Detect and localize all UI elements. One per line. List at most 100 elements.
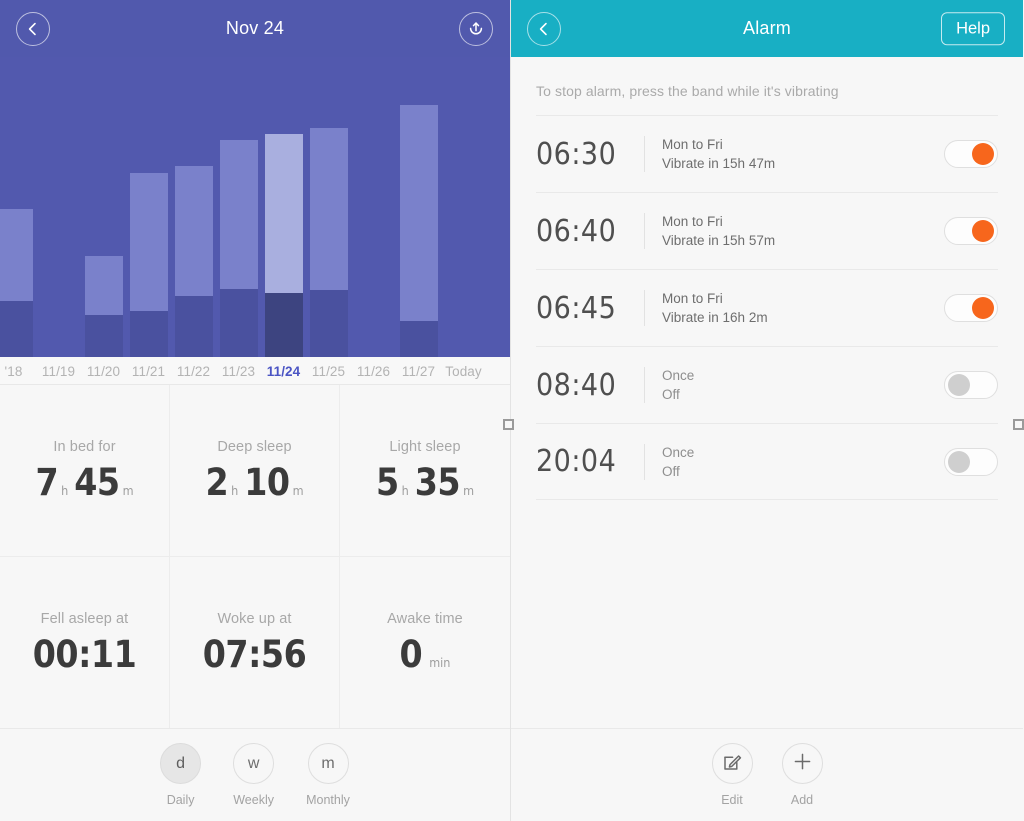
stat-cell: Light sleep 5 h 35 m	[340, 385, 510, 557]
chart-x-tick[interactable]: 11/19	[36, 357, 81, 385]
alarm-divider	[644, 367, 645, 403]
period-tab-monthly[interactable]: m Monthly	[306, 743, 350, 807]
sleep-bar-chart[interactable]	[0, 57, 510, 357]
alarm-row[interactable]: 20:04 Once Off	[536, 423, 998, 500]
alarm-repeat: Mon to Fri	[662, 137, 723, 152]
chart-x-tick[interactable]: 11/27	[396, 357, 441, 385]
alarm-repeat: Once	[662, 368, 695, 383]
chart-x-tick[interactable]: '18	[0, 357, 36, 385]
stat-value: 0 min	[400, 636, 451, 673]
stat-label: Light sleep	[389, 439, 461, 456]
stat-cell: Woke up at 07:56	[170, 556, 340, 728]
chart-x-tick[interactable]: 11/25	[306, 357, 351, 385]
chart-x-tick[interactable]: 11/26	[351, 357, 396, 385]
stat-secondary-number: 35	[414, 461, 461, 505]
alarm-toggle-knob	[948, 450, 970, 473]
alarm-action-edit[interactable]: Edit	[711, 743, 753, 807]
alarm-toggle[interactable]	[944, 140, 998, 168]
alarm-time: 08:40	[536, 367, 617, 403]
alarm-divider	[644, 443, 645, 480]
chart-bar-segment-light	[264, 134, 303, 293]
period-tab-glyph: d	[160, 743, 202, 784]
alarm-action-circle	[711, 743, 753, 784]
resize-handle-left[interactable]	[503, 419, 514, 430]
alarm-action-add[interactable]: Add	[781, 743, 823, 807]
chart-bar-segment-light	[309, 128, 348, 290]
chart-bar[interactable]	[174, 166, 213, 357]
alarm-status: Vibrate in 15h 47m	[662, 156, 776, 171]
period-tab-glyph: w	[233, 743, 275, 784]
resize-handle-right[interactable]	[1013, 419, 1024, 430]
stat-cell: In bed for 7 h 45 m	[0, 385, 170, 557]
period-tab-weekly[interactable]: w Weekly	[233, 743, 275, 807]
alarm-toggle[interactable]	[944, 294, 998, 322]
alarm-row[interactable]: 06:40 Mon to Fri Vibrate in 15h 57m	[536, 192, 998, 269]
app-screen: Nov 24 '18 11/19 11/20 11/21 11/22 11/23 11/24…	[0, 0, 1024, 821]
alarm-back-button[interactable]	[527, 11, 561, 46]
chart-bar[interactable]	[264, 134, 303, 357]
chart-x-tick[interactable]: 11/22	[171, 357, 216, 385]
alarm-toggle[interactable]	[944, 371, 998, 399]
chart-bar-segment-light	[84, 256, 123, 315]
stat-primary-number: 2	[205, 461, 229, 505]
stat-label: In bed for	[53, 439, 116, 456]
chart-bar[interactable]	[399, 105, 438, 357]
stat-unit-minutes: m	[463, 483, 475, 499]
chart-x-tick[interactable]: 11/23	[216, 357, 261, 385]
chart-bar[interactable]	[0, 209, 33, 357]
share-button[interactable]	[459, 11, 493, 46]
chart-bar-segment-deep	[264, 293, 303, 357]
alarm-row[interactable]: 08:40 Once Off	[536, 346, 998, 423]
chart-bar[interactable]	[219, 140, 258, 357]
alarm-meta: Once Off	[662, 368, 944, 402]
alarm-divider	[644, 290, 645, 326]
alarm-time: 06:30	[536, 136, 617, 172]
alarm-row[interactable]: 06:45 Mon to Fri Vibrate in 16h 2m	[536, 269, 998, 346]
alarm-meta: Once Off	[662, 445, 944, 479]
chart-bar-segment-light	[174, 166, 213, 296]
alarm-toggle[interactable]	[944, 217, 998, 245]
stat-value: 07:56	[202, 633, 307, 677]
chart-x-tick[interactable]: 11/21	[126, 357, 171, 385]
stat-primary-number: 0	[399, 633, 423, 677]
alarm-repeat: Mon to Fri	[662, 291, 723, 306]
sleep-header: Nov 24	[0, 0, 510, 57]
stat-unit-minutes: min	[429, 655, 451, 671]
stat-unit-minutes: m	[292, 483, 304, 499]
stat-secondary-number: 45	[74, 461, 120, 505]
alarm-row[interactable]: 06:30 Mon to Fri Vibrate in 15h 47m	[536, 115, 998, 192]
chart-x-tick[interactable]: Today	[441, 357, 486, 385]
chart-bar-segment-light	[129, 173, 168, 311]
chart-x-axis: '18 11/19 11/20 11/21 11/22 11/23 11/24 11/25 11…	[0, 357, 510, 385]
share-upload-icon	[467, 20, 485, 38]
stat-unit-hours: h	[401, 483, 409, 499]
alarm-list: 06:30 Mon to Fri Vibrate in 15h 47m 06:40 Mo…	[511, 115, 1023, 500]
help-button[interactable]: Help	[941, 11, 1005, 46]
chart-bar-segment-deep	[219, 289, 258, 357]
chart-bar[interactable]	[309, 128, 348, 357]
alarm-action-circle	[781, 743, 823, 784]
stat-value: 7 h 45 m	[35, 464, 133, 501]
edit-pencil-icon	[722, 751, 743, 777]
chart-x-tick[interactable]: 11/24	[261, 357, 306, 385]
alarm-toggle[interactable]	[944, 447, 998, 476]
period-tab-daily[interactable]: d Daily	[160, 743, 202, 807]
stat-label: Fell asleep at	[40, 611, 129, 628]
alarm-status: Vibrate in 15h 57m	[662, 233, 776, 248]
chart-bar[interactable]	[129, 173, 168, 357]
stat-label: Woke up at	[217, 611, 292, 628]
alarm-page-title: Alarm	[742, 18, 791, 38]
alarm-toggle-knob	[948, 374, 970, 396]
stat-secondary-number: 10	[244, 461, 290, 505]
stat-label: Awake time	[387, 611, 463, 628]
plus-icon	[792, 751, 813, 777]
chart-plot-area	[0, 57, 510, 357]
back-button[interactable]	[16, 11, 50, 46]
alarm-meta: Mon to Fri Vibrate in 15h 47m	[662, 137, 944, 171]
chart-bar-segment-light	[399, 105, 438, 321]
chart-bar-segment-deep	[174, 296, 213, 357]
stat-primary-number: 07:56	[202, 633, 307, 677]
chart-x-tick[interactable]: 11/20	[81, 357, 126, 385]
alarm-time: 06:45	[536, 290, 617, 326]
chart-bar[interactable]	[84, 256, 123, 357]
